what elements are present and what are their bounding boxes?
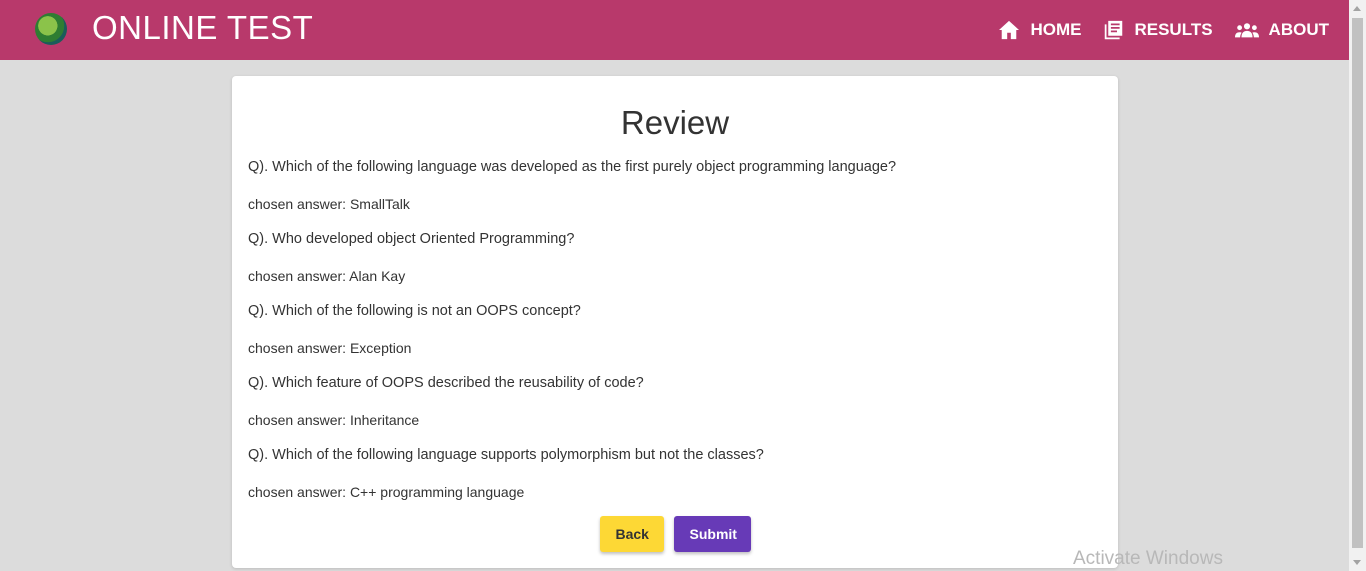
scrollbar-thumb[interactable]: [1352, 18, 1363, 548]
nav-about[interactable]: ABOUT: [1234, 20, 1329, 40]
list-item: Q). Who developed object Oriented Progra…: [248, 230, 1102, 302]
about-icon: [1234, 22, 1259, 38]
review-list: Q). Which of the following language was …: [248, 158, 1102, 518]
question-text: Q). Which feature of OOPS described the …: [248, 375, 644, 391]
question-text: Q). Which of the following language was …: [248, 159, 897, 175]
logo-icon[interactable]: [35, 13, 67, 45]
review-card: Review Q). Which of the following langua…: [232, 76, 1118, 568]
nav-results-label: RESULTS: [1134, 20, 1213, 39]
chosen-answer: chosen answer: Inheritance: [248, 412, 420, 428]
nav-links: HOME RESULTS ABOUT: [998, 0, 1329, 60]
nav-results[interactable]: RESULTS: [1103, 20, 1213, 41]
review-actions: Back Submit: [232, 516, 1118, 552]
scroll-down-icon[interactable]: [1353, 560, 1361, 565]
nav-home-label: HOME: [1030, 20, 1082, 39]
back-button[interactable]: Back: [599, 516, 664, 552]
list-item: Q). Which of the following is not an OOP…: [248, 302, 1102, 374]
chosen-answer: chosen answer: SmallTalk: [248, 196, 410, 212]
chosen-answer: chosen answer: C++ programming language: [248, 484, 525, 500]
nav-home[interactable]: HOME: [998, 20, 1081, 40]
chosen-answer: chosen answer: Alan Kay: [248, 268, 406, 284]
list-item: Q). Which feature of OOPS described the …: [248, 374, 1102, 446]
question-text: Q). Who developed object Oriented Progra…: [248, 231, 575, 247]
list-item: Q). Which of the following language was …: [248, 158, 1102, 230]
list-item: Q). Which of the following language supp…: [248, 446, 1102, 518]
scroll-up-icon[interactable]: [1353, 6, 1361, 11]
top-navbar: ONLINE TEST HOME RESULTS ABOUT: [0, 0, 1349, 60]
brand-title[interactable]: ONLINE TEST: [92, 8, 313, 48]
page-title: Review: [620, 104, 730, 141]
home-icon: [998, 20, 1020, 40]
chosen-answer: chosen answer: Exception: [248, 340, 412, 356]
question-text: Q). Which of the following is not an OOP…: [248, 303, 581, 319]
question-text: Q). Which of the following language supp…: [248, 447, 764, 463]
nav-about-label: ABOUT: [1268, 20, 1329, 39]
activate-windows-watermark: Activate Windows: [1073, 548, 1223, 569]
submit-button[interactable]: Submit: [673, 516, 751, 552]
vertical-scrollbar[interactable]: [1349, 0, 1366, 571]
results-icon: [1103, 20, 1124, 41]
